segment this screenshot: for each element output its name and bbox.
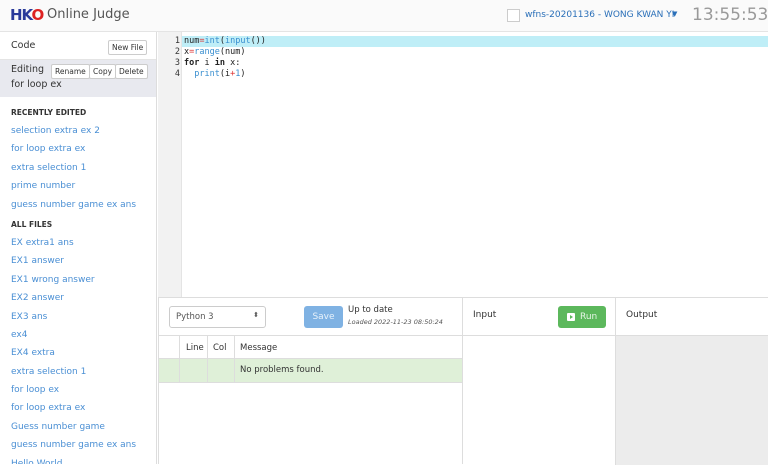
file-link[interactable]: EX2 answer xyxy=(11,289,156,307)
input-title: Input xyxy=(473,310,497,320)
app-title: Online Judge xyxy=(47,7,130,22)
sidebar: Code New File Editing for loop ex Rename… xyxy=(0,32,157,464)
checkbox[interactable] xyxy=(507,9,520,22)
line-number: 1 xyxy=(174,36,180,46)
delete-button[interactable]: Delete xyxy=(115,64,148,79)
select-arrows-icon: ⬍ xyxy=(253,311,259,319)
run-button[interactable]: Run xyxy=(558,306,606,328)
col-col: Col xyxy=(213,343,227,353)
code-line: x=range(num) xyxy=(184,47,246,57)
input-panel: Input Run xyxy=(462,297,616,465)
file-link[interactable]: Guess number game xyxy=(11,418,156,436)
code-line: print(i+1) xyxy=(194,69,246,79)
editing-label: Editing xyxy=(11,64,45,75)
col-message: Message xyxy=(240,343,278,353)
file-link[interactable]: Hello World xyxy=(11,455,156,464)
recent-file-link[interactable]: selection extra ex 2 xyxy=(11,122,156,140)
file-link[interactable]: ex4 xyxy=(11,326,156,344)
rename-button[interactable]: Rename xyxy=(51,64,90,79)
save-status: Up to date xyxy=(348,305,393,315)
file-link[interactable]: EX3 ans xyxy=(11,308,156,326)
output-area xyxy=(616,335,768,465)
recent-title: RECENTLY EDITED xyxy=(11,108,87,117)
all-files-title: ALL FILES xyxy=(11,219,53,229)
file-link[interactable]: for loop extra ex xyxy=(11,399,156,417)
col-line: Line xyxy=(186,343,204,353)
clock: 13:55:53 xyxy=(692,5,768,25)
problems-panel: Python 3 ⬍ Save Up to date Loaded 2022-11… xyxy=(158,297,463,464)
recent-file-link[interactable]: extra selection 1 xyxy=(11,159,156,177)
play-icon xyxy=(567,313,575,321)
input-textarea[interactable] xyxy=(463,335,616,465)
file-link[interactable]: EX4 extra xyxy=(11,344,156,362)
logo: HKO xyxy=(10,6,44,24)
new-file-button[interactable]: New File xyxy=(108,40,148,55)
file-link[interactable]: EX1 answer xyxy=(11,252,156,270)
line-number: 2 xyxy=(174,47,180,57)
file-link[interactable]: EX extra1 ans xyxy=(11,234,156,252)
problems-header: Line Col Message xyxy=(159,335,463,359)
line-number: 3 xyxy=(174,58,180,68)
file-link[interactable]: for loop ex xyxy=(11,381,156,399)
file-link[interactable]: extra selection 1 xyxy=(11,363,156,381)
code-label: Code xyxy=(11,40,36,51)
active-line-highlight xyxy=(182,36,768,47)
code-line: for i in x: xyxy=(184,58,241,68)
header: HKO Online Judge wfns-20201136 - WONG KW… xyxy=(0,0,768,32)
code-editor[interactable]: 1 2 3 4 num=int(input()) x=range(num) fo… xyxy=(158,32,768,297)
recent-file-link[interactable]: guess number game ex ans xyxy=(11,196,156,214)
recent-file-link[interactable]: prime number xyxy=(11,177,156,195)
table-row: No problems found. xyxy=(159,359,463,383)
line-number: 4 xyxy=(174,69,180,79)
loaded-time: Loaded 2022-11-23 08:50:24 xyxy=(348,318,443,326)
copy-button[interactable]: Copy xyxy=(89,64,117,79)
problem-message: No problems found. xyxy=(240,365,324,375)
user-menu[interactable]: wfns-20201136 - WONG KWAN YI xyxy=(525,10,674,20)
editing-file: for loop ex xyxy=(11,79,62,90)
output-panel: Output xyxy=(615,297,768,465)
recent-file-link[interactable]: for loop extra ex xyxy=(11,140,156,158)
chevron-down-icon[interactable]: ▼ xyxy=(672,10,677,18)
file-link[interactable]: EX1 wrong answer xyxy=(11,271,156,289)
code-line: num=int(input()) xyxy=(184,36,266,46)
output-title: Output xyxy=(626,310,658,320)
file-link[interactable]: guess number game ex ans xyxy=(11,436,156,454)
save-button[interactable]: Save xyxy=(304,306,343,328)
language-select[interactable]: Python 3 ⬍ xyxy=(169,306,266,328)
